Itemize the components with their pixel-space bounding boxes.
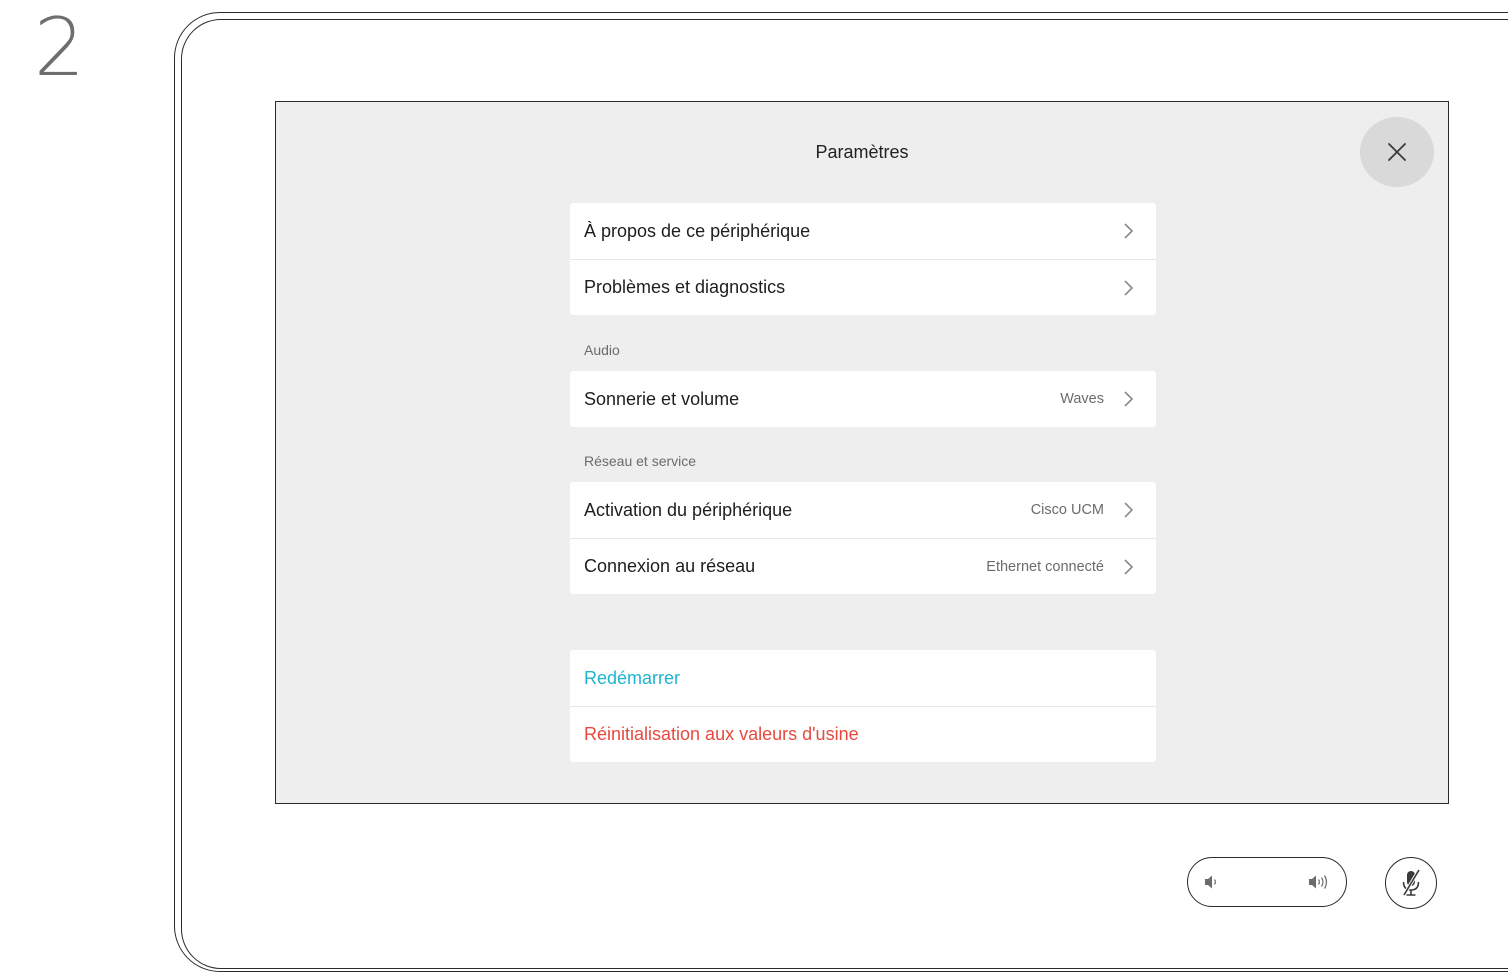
chevron-right-icon xyxy=(1124,223,1134,239)
restart-label: Redémarrer xyxy=(584,667,681,688)
list-item-about-device[interactable]: À propos de ce périphérique xyxy=(570,203,1156,259)
list-item-ringtone-volume[interactable]: Sonnerie et volume Waves xyxy=(570,371,1156,427)
chevron-right-icon xyxy=(1124,502,1134,518)
mute-button[interactable] xyxy=(1385,857,1437,909)
speaker-high-icon[interactable] xyxy=(1306,873,1330,891)
list-item-label: Sonnerie et volume xyxy=(584,388,740,409)
volume-control[interactable] xyxy=(1187,857,1347,907)
section-label-network: Réseau et service xyxy=(584,453,697,469)
factory-reset-button[interactable]: Réinitialisation aux valeurs d'usine xyxy=(570,706,1156,762)
close-icon xyxy=(1388,143,1406,161)
speaker-low-icon[interactable] xyxy=(1202,873,1222,891)
list-item-label: Problèmes et diagnostics xyxy=(584,277,786,297)
chevron-right-icon xyxy=(1124,391,1134,407)
list-item-label: Activation du périphérique xyxy=(584,499,793,520)
list-item-value: Waves xyxy=(1060,391,1104,407)
factory-reset-label: Réinitialisation aux valeurs d'usine xyxy=(584,724,859,744)
list-item-label: Connexion au réseau xyxy=(584,556,756,576)
restart-button[interactable]: Redémarrer xyxy=(570,650,1156,706)
actions-group: Redémarrer Réinitialisation aux valeurs … xyxy=(570,650,1156,762)
chevron-right-icon xyxy=(1124,559,1134,575)
page-title: Paramètres xyxy=(815,142,909,162)
list-item-value: Cisco UCM xyxy=(1030,502,1104,518)
list-item-value: Ethernet connecté xyxy=(986,558,1104,575)
list-item-device-activation[interactable]: Activation du périphérique Cisco UCM xyxy=(570,482,1156,538)
microphone-muted-icon xyxy=(1402,869,1421,896)
close-button[interactable] xyxy=(1360,117,1434,187)
step-number: 2 xyxy=(34,1,85,94)
chevron-right-icon xyxy=(1124,280,1134,296)
audio-settings-group: Sonnerie et volume Waves xyxy=(570,371,1156,427)
settings-screen: Paramètres À propos de ce périphérique P… xyxy=(275,101,1449,804)
network-settings-group: Activation du périphérique Cisco UCM Con… xyxy=(570,482,1156,594)
section-label-audio: Audio xyxy=(584,342,620,358)
list-item-network-connection[interactable]: Connexion au réseau Ethernet connecté xyxy=(570,538,1156,594)
list-item-issues-diagnostics[interactable]: Problèmes et diagnostics xyxy=(570,259,1156,315)
general-settings-group: À propos de ce périphérique Problèmes et… xyxy=(570,203,1156,315)
list-item-label: À propos de ce périphérique xyxy=(584,220,811,241)
